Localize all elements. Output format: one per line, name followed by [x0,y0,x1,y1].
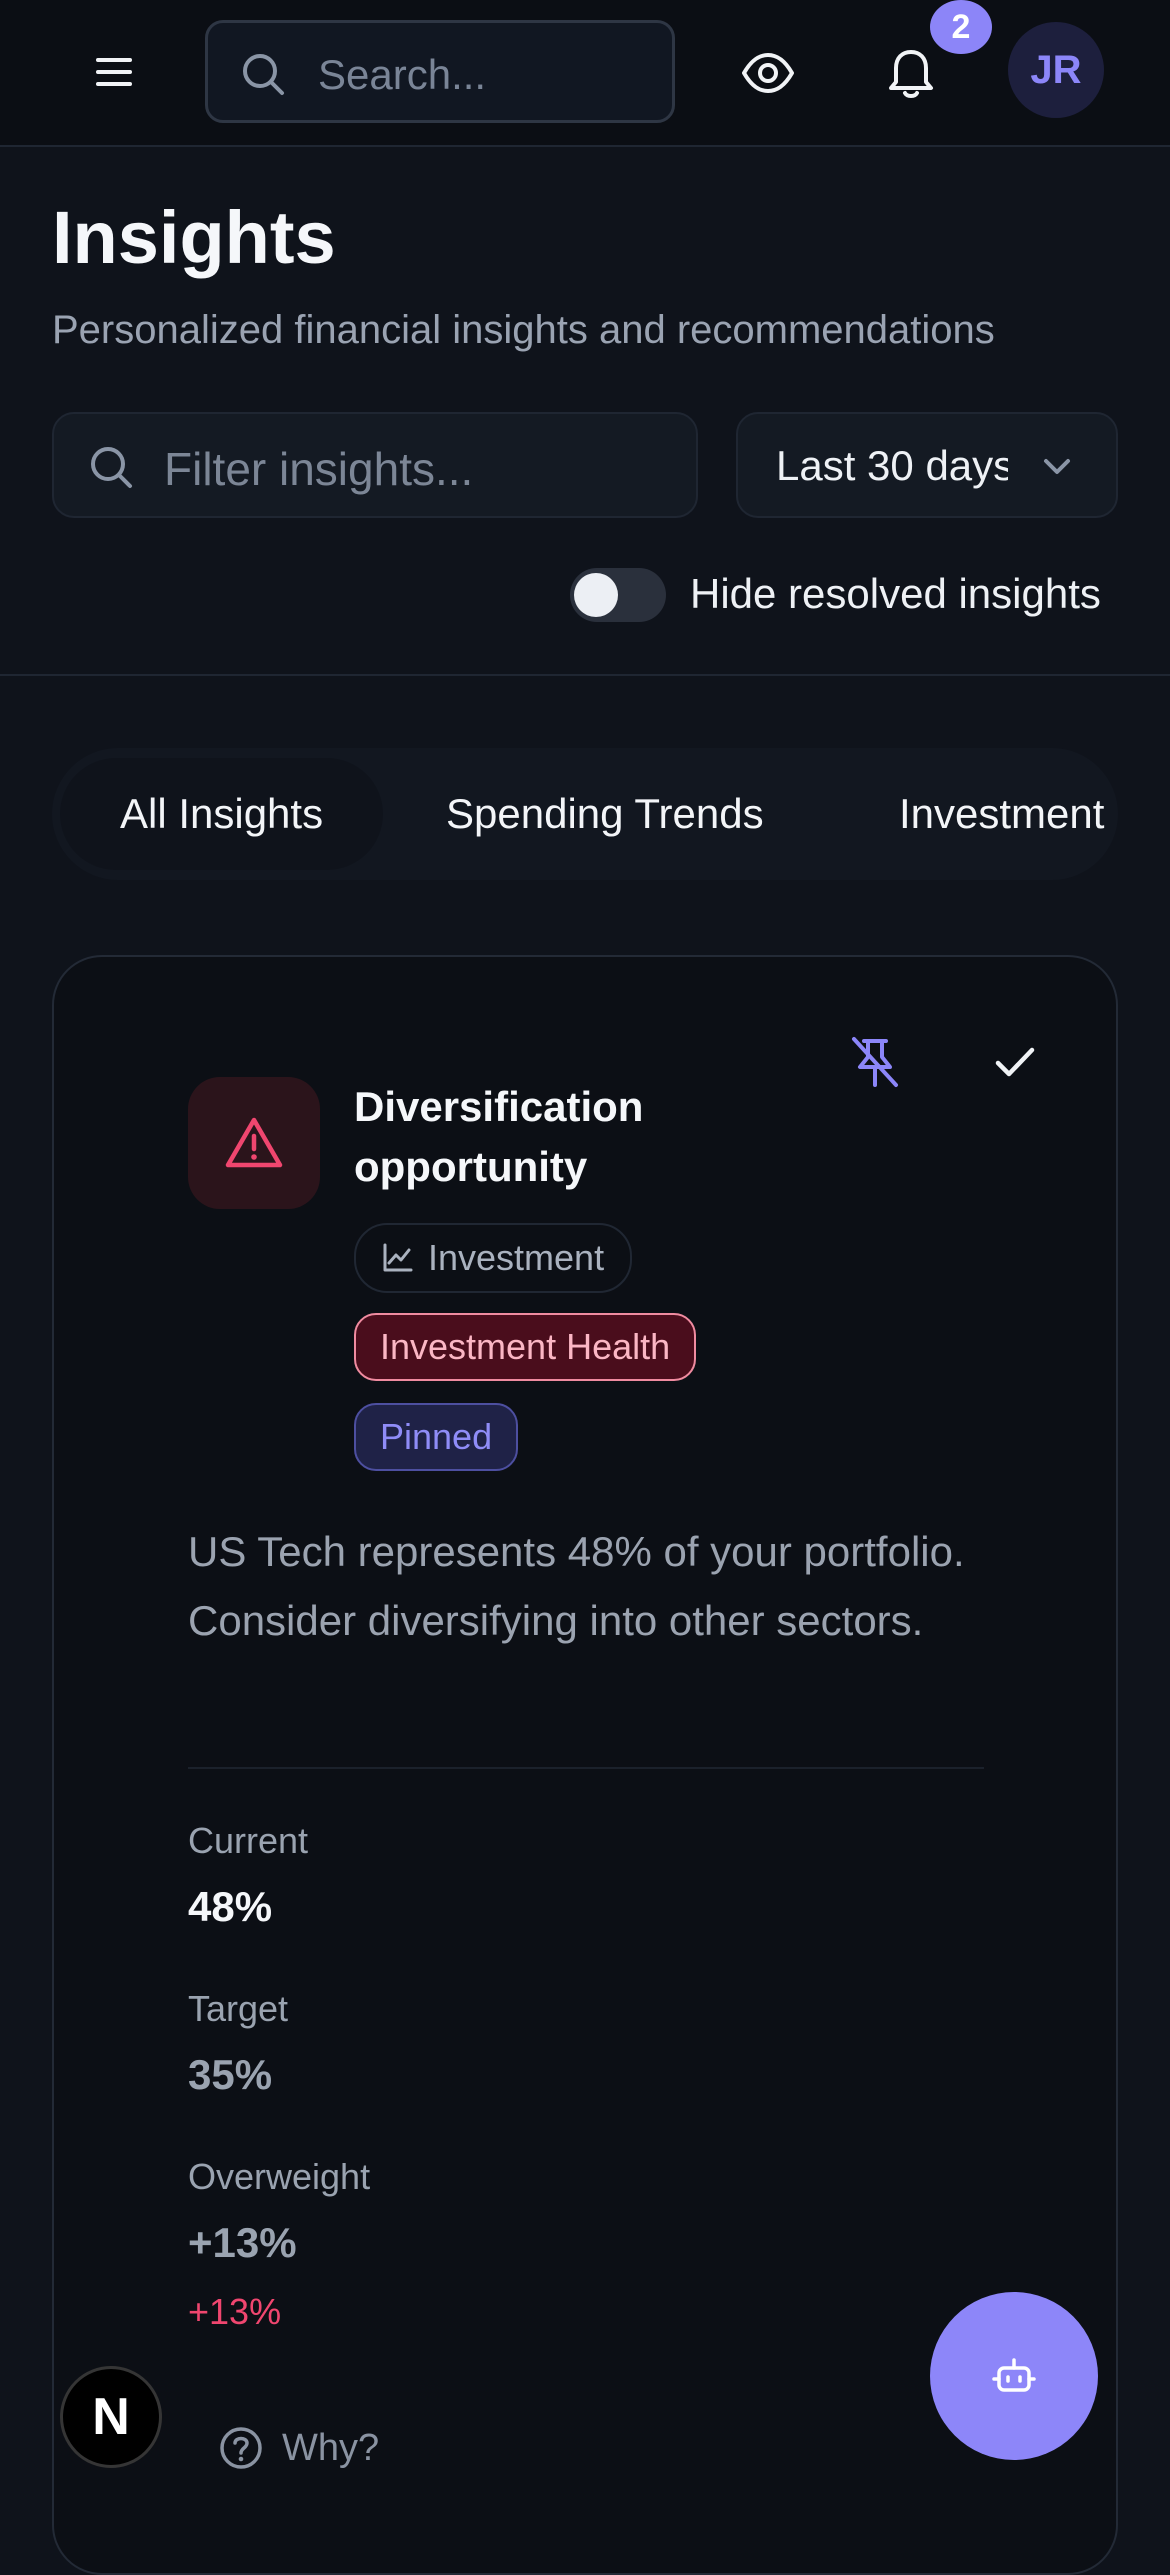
search-icon [91,447,132,488]
global-search-placeholder: Search... [318,51,487,98]
insight-description: US Tech represents 48% of your portfolio… [188,1528,965,1644]
toggle-knob [574,573,618,617]
menu-button[interactable] [88,48,140,98]
insight-title: Diversification opportunity [354,1083,644,1190]
tab-investment[interactable]: Investment [899,748,1104,880]
overweight-delta: +13% [188,2291,282,2332]
target-value: 35% [188,2051,273,2098]
category-chip: Investment [354,1223,633,1293]
bot-icon [992,2358,1036,2392]
notifications-button[interactable] [882,42,940,102]
current-label: Current [188,1820,309,1861]
target-label: Target [188,1988,289,2029]
page-title: Insights [52,196,336,279]
filter-insights-input[interactable]: Filter insights... [52,412,698,518]
why-button[interactable]: Why? [218,2425,379,2471]
dev-tools-badge[interactable]: N [60,2366,162,2468]
notification-count-badge: 2 [930,0,992,54]
bell-icon [889,50,933,98]
overweight-label: Overweight [188,2156,371,2197]
alert-triangle-icon [225,1117,283,1168]
date-range-value: Last 30 days [776,442,1008,489]
page-subtitle: Personalized financial insights and reco… [52,308,995,352]
overweight-value: +13% [188,2219,297,2266]
top-bar: Search... 2 JR [0,0,1170,147]
card-divider [188,1767,984,1769]
category-label: Investment [428,1237,605,1278]
line-chart-icon [383,1243,413,1272]
mark-resolved-button[interactable] [990,1037,1040,1087]
insight-severity-tile [188,1077,320,1209]
pinned-status-badge: Pinned [354,1403,519,1471]
insight-tabs: All Insights Spending Trends Investment [52,748,1118,880]
date-range-select[interactable]: Last 30 days [736,412,1118,518]
pin-off-icon [852,1037,898,1087]
why-label: Why? [282,2426,380,2469]
search-icon [243,54,284,95]
unpin-button[interactable] [844,1031,906,1093]
menu-icon [96,58,132,86]
tab-all-insights[interactable]: All Insights [60,758,384,870]
assistant-fab-button[interactable] [930,2292,1098,2460]
section-divider [0,674,1170,676]
check-icon [995,1047,1035,1077]
visibility-toggle-button[interactable] [740,45,796,101]
tag-chip: Investment Health [354,1313,697,1381]
help-circle-icon [220,2427,262,2469]
tab-spending-trends[interactable]: Spending Trends [446,748,764,880]
filter-insights-placeholder: Filter insights... [164,443,474,495]
hide-resolved-toggle[interactable] [570,568,666,622]
current-value: 48% [188,1883,273,1930]
eye-icon [742,53,794,93]
global-search-input[interactable]: Search... [205,20,675,123]
chevron-down-icon [1044,459,1070,474]
user-avatar[interactable]: JR [1008,22,1104,118]
hide-resolved-label: Hide resolved insights [690,570,1101,617]
